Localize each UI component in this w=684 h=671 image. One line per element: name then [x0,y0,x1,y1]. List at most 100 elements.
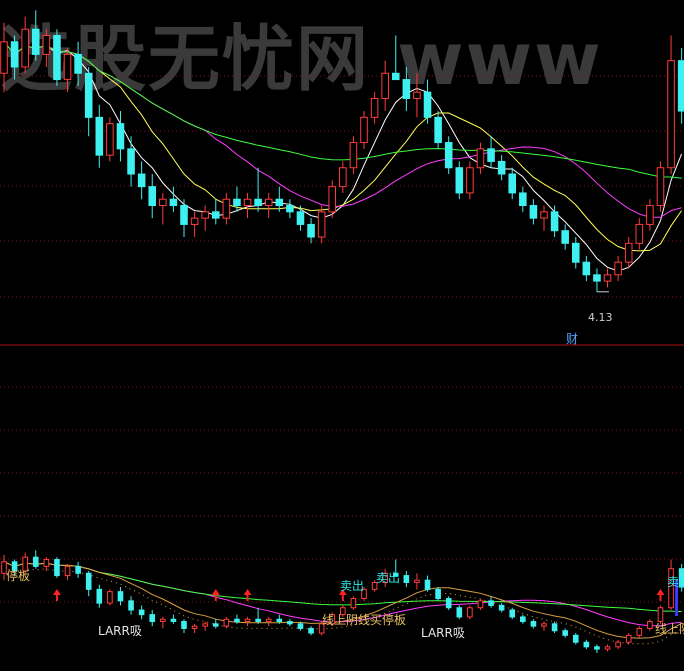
main-candle-29 [307,223,315,238]
sub-candle-48 [509,609,516,618]
sub-candle-60 [636,627,643,636]
main-candle-56 [593,274,601,282]
sub-candle-6 [64,565,71,577]
sub-candle-57 [604,646,611,650]
buy-arrow-0 [52,589,61,601]
main-candle-13 [137,173,146,188]
sub-candle-53 [562,630,568,636]
sub-candle-17 [181,621,187,629]
main-candle-57 [603,274,612,282]
main-candle-33 [349,142,358,169]
main-candle-17 [180,205,188,225]
sub-candle-18 [191,625,198,629]
main-candle-18 [190,217,199,225]
main-candle-39 [413,91,421,99]
sub-candle-9 [96,588,103,604]
sub-candle-55 [583,641,590,648]
limit-signal-label: 停板 [6,569,31,583]
sub-candle-52 [551,623,558,632]
main-candle-27 [286,205,294,213]
larr-signal-label-1: LARR吸 [98,624,142,638]
sub-candle-12 [128,600,134,611]
sub-candle-5 [54,558,60,577]
sub-candle-13 [138,609,145,616]
buy-arrow-1 [211,589,220,601]
main-candle-4 [42,34,51,55]
sub-candle-51 [541,623,547,627]
sub-candle-8 [85,572,92,590]
sub-candle-50 [530,621,537,627]
sub-candle-24 [255,618,261,623]
main-candle-32 [339,167,347,188]
main-candle-60 [635,223,644,244]
main-candle-3 [31,28,40,55]
main-candle-52 [550,211,559,232]
sub-candle-7 [75,565,81,574]
main-candle-28 [296,211,305,225]
sub-candle-4 [43,558,50,567]
sub-candle-21 [223,618,230,627]
sub-candle-44 [467,607,473,618]
sub-candle-11 [117,591,124,602]
ma-longest-line [3,41,682,179]
main-candle-64 [677,60,684,112]
sub-candle-58 [615,641,621,648]
main-candle-51 [540,211,548,219]
main-candle-12 [127,148,135,175]
sub-candle-42 [445,598,452,609]
main-candle-63 [667,60,675,169]
main-candle-49 [519,192,527,207]
main-candle-14 [148,186,157,207]
main-candle-5 [53,34,61,81]
main-candle-53 [561,230,569,244]
sub-candle-19 [202,623,208,627]
sell-signal-label-2: 卖出 [376,571,401,585]
sub-candle-47 [498,604,505,611]
sub-candle-16 [170,618,177,623]
sub-candle-38 [403,575,410,583]
main-candle-15 [159,198,167,207]
sub-candle-23 [244,618,251,623]
finance-badge[interactable]: 财 [566,330,578,347]
main-candle-22 [233,198,241,207]
sub-candle-46 [488,600,494,606]
yang-line-signal-label: 线上阴线买停板 [322,613,407,627]
main-candle-42 [444,142,453,169]
main-candle-0 [0,41,8,74]
sub-candle-15 [160,618,166,623]
main-candle-46 [487,148,495,162]
sub-candle-10 [107,591,113,604]
main-candle-38 [402,79,411,99]
main-candle-20 [211,211,220,219]
sub-candle-29 [308,627,314,634]
main-candle-50 [529,205,538,219]
main-candle-1 [10,41,19,68]
main-candle-19 [201,211,209,219]
main-candle-47 [497,160,506,175]
main-candle-25 [264,198,273,207]
sub-candle-43 [456,607,463,618]
sub-candle-27 [287,621,293,625]
main-candle-6 [63,53,72,81]
larr-signal-label-2: LARR吸 [421,626,465,640]
main-candle-23 [243,198,252,207]
buy-arrow-4 [656,589,665,601]
sub-candle-20 [212,623,219,627]
sub-candle-54 [572,634,579,643]
sub-candle-49 [520,616,526,623]
main-candle-9 [95,116,104,156]
main-candle-41 [434,116,442,144]
chart-stage: 选股无忧网 www 4.13 财 LARR吸 LARR吸 线上阴线买停板 卖出 … [0,0,684,671]
main-candle-58 [614,261,622,276]
main-candle-40 [423,91,432,118]
main-candle-31 [328,186,337,213]
sub-candle-59 [625,634,632,643]
sub-candle-45 [477,600,484,609]
sub-candle-25 [265,618,272,623]
main-candle-48 [508,173,517,194]
main-candle-36 [381,72,389,99]
main-candle-7 [74,53,82,74]
main-candle-26 [275,198,284,207]
main-candle-59 [624,242,633,263]
low-price-label: 4.13 [588,311,613,324]
